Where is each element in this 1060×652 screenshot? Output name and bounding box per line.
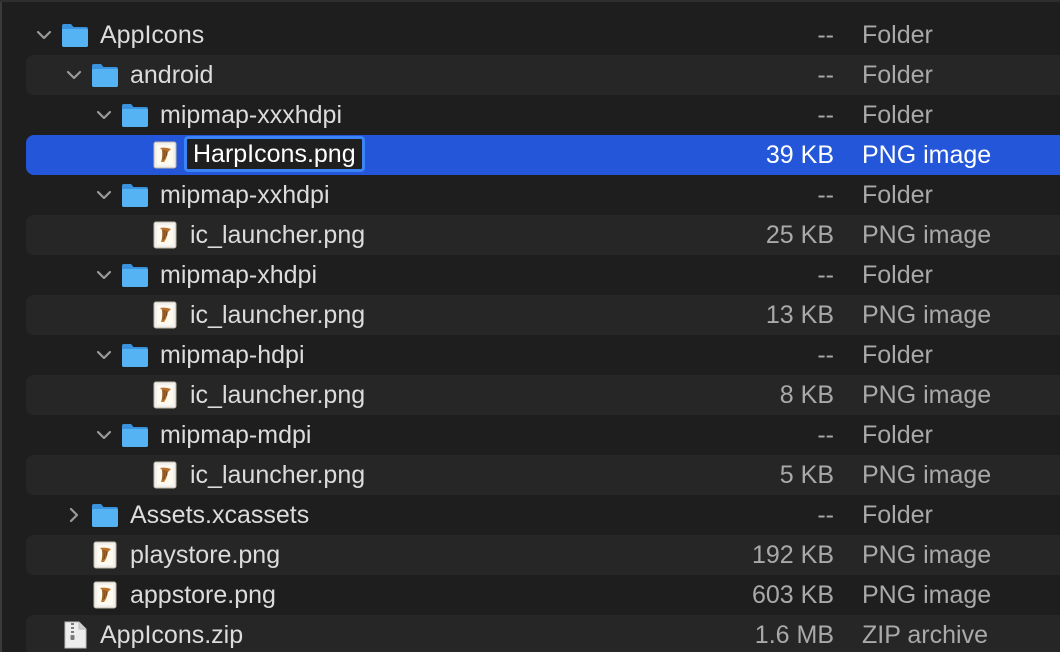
item-size: 5 KB (779, 461, 834, 489)
folder-row[interactable]: mipmap-mdpi -- Folder (26, 415, 1060, 455)
item-kind: Folder (862, 61, 933, 89)
file-row[interactable]: AppIcons.zip 1.6 MB ZIP archive (26, 615, 1060, 652)
png-file-icon (150, 380, 180, 410)
folder-icon (60, 20, 90, 50)
item-size: 25 KB (765, 221, 834, 249)
folder-row[interactable]: mipmap-xhdpi -- Folder (26, 255, 1060, 295)
item-size: -- (817, 61, 834, 89)
item-kind: PNG image (862, 541, 992, 569)
item-kind: PNG image (862, 381, 992, 409)
item-kind: PNG image (862, 141, 992, 169)
png-file-icon (150, 140, 180, 170)
window-top-edge (0, 0, 1060, 2)
item-kind: Folder (862, 181, 933, 209)
folder-icon (120, 340, 150, 370)
chevron-down-icon[interactable] (92, 103, 116, 127)
item-name: ic_launcher.png (190, 301, 366, 329)
item-size: -- (817, 421, 834, 449)
item-size: -- (817, 101, 834, 129)
item-size: 13 KB (765, 301, 834, 329)
folder-row[interactable]: AppIcons -- Folder (26, 15, 1060, 55)
file-list[interactable]: AppIcons -- Folder android -- Folder mipmap-xx… (0, 15, 1060, 652)
chevron-down-icon[interactable] (32, 23, 56, 47)
file-row[interactable]: ic_launcher.png 5 KB PNG image (26, 455, 1060, 495)
folder-row[interactable]: mipmap-xxxhdpi -- Folder (26, 95, 1060, 135)
finder-list-view: AppIcons -- Folder android -- Folder mipmap-xx… (0, 0, 1060, 652)
item-size: 8 KB (779, 381, 834, 409)
item-kind: Folder (862, 501, 933, 529)
item-name: Assets.xcassets (130, 501, 310, 529)
item-name: mipmap-xhdpi (160, 261, 318, 289)
chevron-down-icon[interactable] (92, 183, 116, 207)
item-size: -- (817, 501, 834, 529)
item-name: playstore.png (130, 541, 281, 569)
folder-icon (120, 420, 150, 450)
item-name: ic_launcher.png (190, 381, 366, 409)
item-kind: PNG image (862, 581, 992, 609)
item-name: ic_launcher.png (190, 221, 366, 249)
item-size: -- (817, 21, 834, 49)
item-kind: PNG image (862, 221, 992, 249)
item-kind: PNG image (862, 301, 992, 329)
chevron-down-icon[interactable] (92, 423, 116, 447)
item-name: android (130, 61, 214, 89)
png-file-icon (150, 300, 180, 330)
chevron-down-icon[interactable] (62, 63, 86, 87)
png-file-icon (150, 460, 180, 490)
item-name: AppIcons.zip (100, 621, 244, 649)
item-size: -- (817, 181, 834, 209)
item-name: mipmap-xxhdpi (160, 181, 330, 209)
png-file-icon (90, 580, 120, 610)
rename-field[interactable]: HarpIcons.png (184, 136, 365, 172)
png-file-icon (150, 220, 180, 250)
chevron-down-icon[interactable] (92, 263, 116, 287)
file-row[interactable]: ic_launcher.png 25 KB PNG image (26, 215, 1060, 255)
item-name: AppIcons (100, 21, 205, 49)
folder-icon (90, 60, 120, 90)
item-kind: Folder (862, 261, 933, 289)
item-kind: Folder (862, 421, 933, 449)
folder-icon (90, 500, 120, 530)
png-file-icon (90, 540, 120, 570)
file-row[interactable]: ic_launcher.png 8 KB PNG image (26, 375, 1060, 415)
item-kind: Folder (862, 21, 933, 49)
file-row[interactable]: appstore.png 603 KB PNG image (26, 575, 1060, 615)
item-name: mipmap-hdpi (160, 341, 305, 369)
item-size: 603 KB (751, 581, 834, 609)
item-size: 1.6 MB (754, 621, 834, 649)
folder-icon (120, 260, 150, 290)
item-name: appstore.png (130, 581, 276, 609)
folder-row[interactable]: mipmap-hdpi -- Folder (26, 335, 1060, 375)
item-size: 192 KB (751, 541, 834, 569)
file-row[interactable]: ic_launcher.png 13 KB PNG image (26, 295, 1060, 335)
item-name: ic_launcher.png (190, 461, 366, 489)
folder-row[interactable]: Assets.xcassets -- Folder (26, 495, 1060, 535)
item-name: mipmap-mdpi (160, 421, 312, 449)
chevron-right-icon[interactable] (62, 503, 86, 527)
zip-file-icon (60, 620, 90, 650)
item-name: mipmap-xxxhdpi (160, 101, 343, 129)
folder-row[interactable]: mipmap-xxhdpi -- Folder (26, 175, 1060, 215)
file-row[interactable]: playstore.png 192 KB PNG image (26, 535, 1060, 575)
chevron-down-icon[interactable] (92, 343, 116, 367)
folder-icon (120, 100, 150, 130)
folder-row[interactable]: android -- Folder (26, 55, 1060, 95)
item-size: -- (817, 341, 834, 369)
file-row[interactable]: HarpIcons.png 39 KB PNG image (26, 135, 1060, 175)
item-kind: PNG image (862, 461, 992, 489)
folder-icon (120, 180, 150, 210)
item-kind: Folder (862, 341, 933, 369)
item-size: -- (817, 261, 834, 289)
item-size: 39 KB (765, 141, 834, 169)
item-kind: Folder (862, 101, 933, 129)
item-kind: ZIP archive (862, 621, 988, 649)
